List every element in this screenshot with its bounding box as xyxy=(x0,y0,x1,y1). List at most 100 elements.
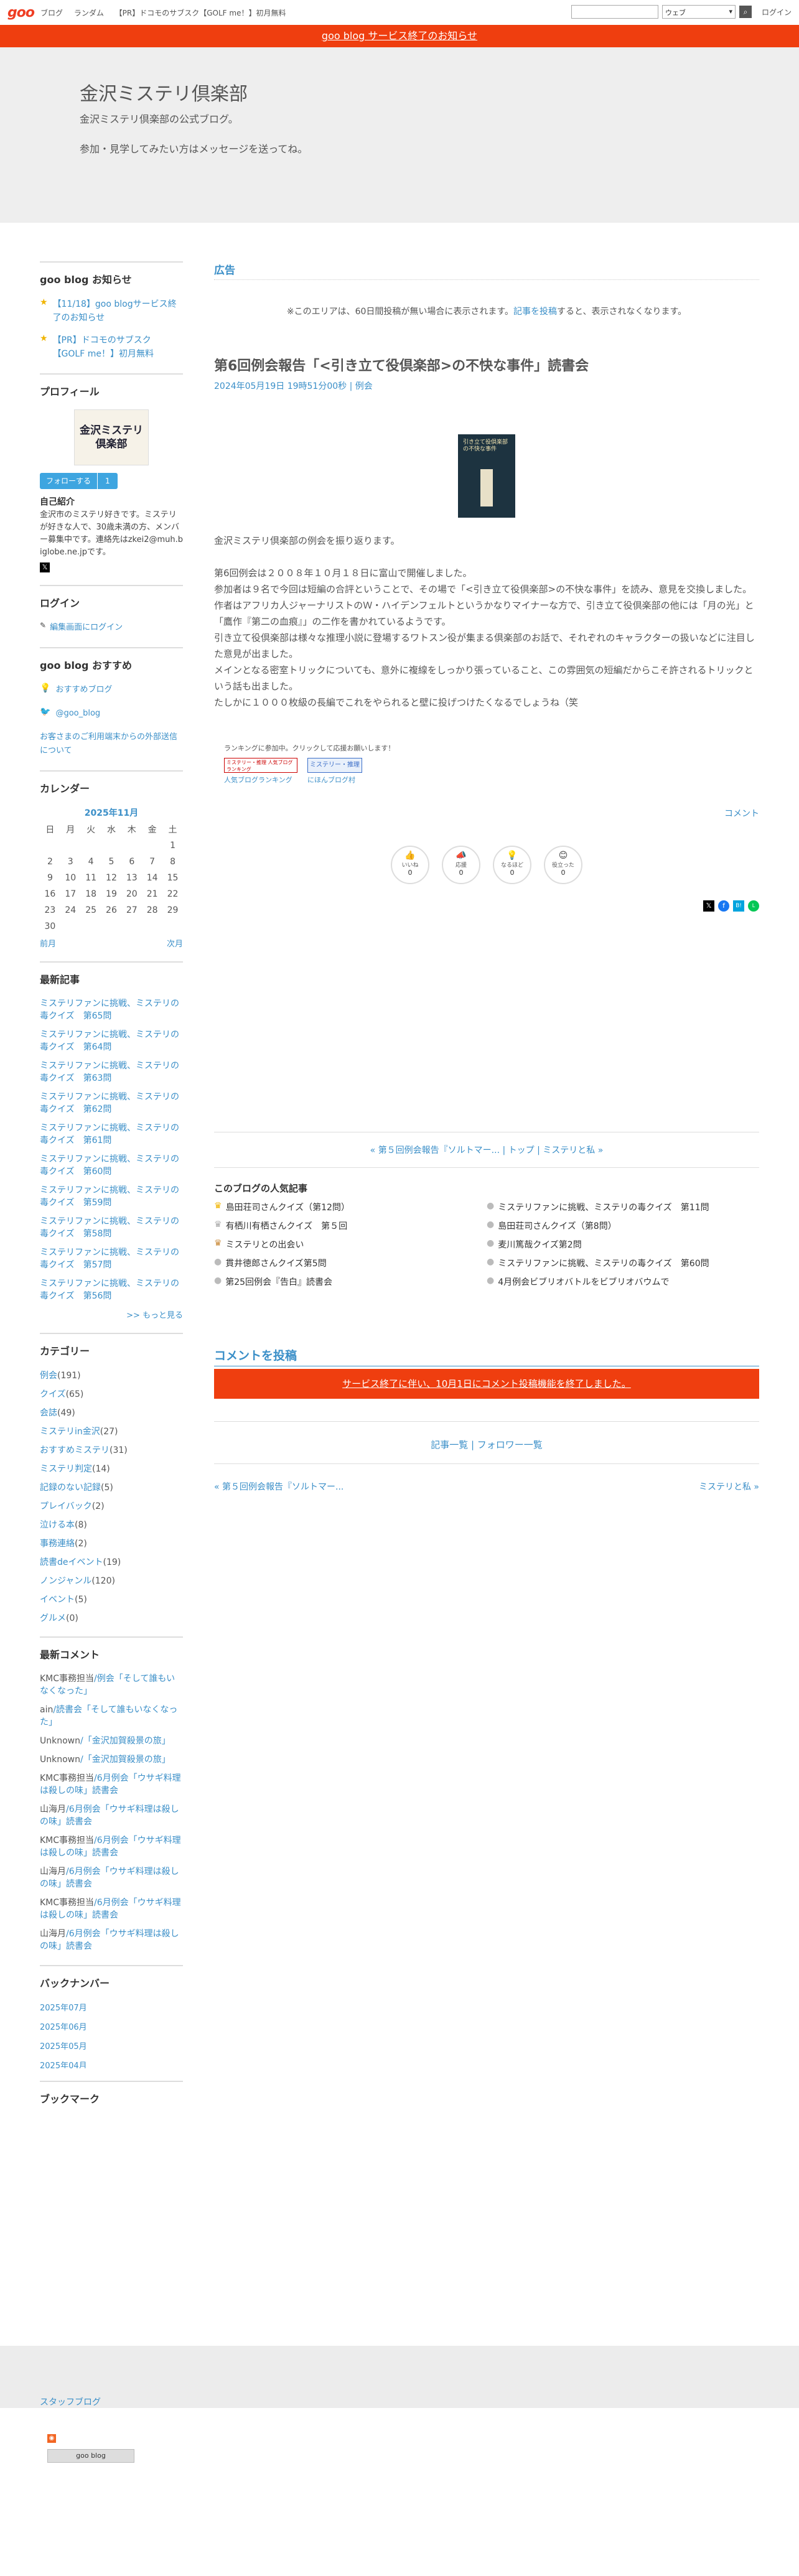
calendar-day[interactable]: 14 xyxy=(142,870,162,886)
comment-link[interactable]: /読書会「そして誰もいなくなった」 xyxy=(40,1705,177,1727)
x-share-icon[interactable]: 𝕏 xyxy=(703,900,714,912)
recent-item[interactable]: ミステリファンに挑戦、ミステリの毒クイズ 第56問 xyxy=(40,1277,183,1302)
post-comment-notice-link[interactable]: サービス終了に伴い、10月1日にコメント投稿機能を終了しました。 xyxy=(342,1378,631,1389)
calendar-day[interactable]: 17 xyxy=(60,886,81,902)
recent-item[interactable]: ミステリファンに挑戦、ミステリの毒クイズ 第65問 xyxy=(40,997,183,1022)
calendar-day[interactable]: 30 xyxy=(40,918,60,935)
calendar-day[interactable]: 8 xyxy=(162,854,183,870)
category-link[interactable]: 事務連絡 xyxy=(40,1539,75,1549)
calendar-day[interactable]: 28 xyxy=(142,902,162,918)
bottom-next-link[interactable]: ミステリと私 » xyxy=(699,1480,759,1493)
calendar-prev-link[interactable]: 前月 xyxy=(40,937,56,949)
blog-title[interactable]: 金沢ミステリ倶楽部 xyxy=(80,78,248,106)
entry-category-link[interactable]: 例会 xyxy=(355,381,373,391)
calendar-day[interactable]: 20 xyxy=(121,886,142,902)
calendar-day[interactable]: 15 xyxy=(162,870,183,886)
hatena-share-icon[interactable]: B! xyxy=(733,900,744,912)
calendar-day[interactable]: 27 xyxy=(121,902,142,918)
category-link[interactable]: グルメ xyxy=(40,1613,66,1623)
edit-login-link[interactable]: 編集画面にログイン xyxy=(50,621,123,635)
recent-item[interactable]: ミステリファンに挑戦、ミステリの毒クイズ 第61問 xyxy=(40,1122,183,1147)
calendar-day[interactable]: 16 xyxy=(40,886,60,902)
comment-link[interactable]: /「金沢加賀殺景の旅」 xyxy=(80,1736,171,1746)
calendar-day[interactable]: 19 xyxy=(101,886,122,902)
popular-link[interactable]: 有栖川有栖さんクイズ 第５回 xyxy=(226,1220,348,1232)
ranking-link-1[interactable]: 人気ブログランキング xyxy=(224,775,297,785)
popular-link[interactable]: 4月例会ビブリオバトルをビブリオバウムで xyxy=(498,1276,669,1288)
top-link-random[interactable]: ランダム xyxy=(74,9,104,17)
entry-nav-top[interactable]: トップ xyxy=(508,1146,535,1155)
ad-note-post-link[interactable]: 記事を投稿 xyxy=(513,307,557,317)
recent-item[interactable]: ミステリファンに挑戦、ミステリの毒クイズ 第57問 xyxy=(40,1246,183,1271)
recent-item[interactable]: ミステリファンに挑戦、ミステリの毒クイズ 第59問 xyxy=(40,1184,183,1209)
calendar-day[interactable]: 4 xyxy=(81,854,101,870)
calendar-day[interactable]: 29 xyxy=(162,902,183,918)
calendar-day[interactable]: 3 xyxy=(60,854,81,870)
category-link[interactable]: 泣ける本 xyxy=(40,1520,75,1530)
calendar-day[interactable]: 18 xyxy=(81,886,101,902)
calendar-day[interactable]: 24 xyxy=(60,902,81,918)
category-link[interactable]: ノンジャンル xyxy=(40,1576,91,1586)
calendar-day[interactable]: 13 xyxy=(121,870,142,886)
entry-nav-next[interactable]: ミステリと私 » xyxy=(543,1146,603,1155)
popular-link[interactable]: 島田荘司さんクイズ（第12問） xyxy=(226,1201,350,1213)
more-link[interactable]: >> もっと見る xyxy=(126,1311,183,1320)
ranking-banner-2[interactable]: ミステリー・推理 にほんブログ村 xyxy=(307,758,362,785)
popular-link[interactable]: 麦川篤哉クイズ第2問 xyxy=(498,1238,582,1251)
popular-link[interactable]: 第25回例会『告白』読書会 xyxy=(225,1276,332,1288)
backnumber-item[interactable]: 2025年04月 xyxy=(40,2059,183,2068)
search-scope-select[interactable]: ウェブ xyxy=(661,5,736,19)
category-link[interactable]: プレイバック xyxy=(40,1501,92,1511)
category-link[interactable]: 記録のない記録 xyxy=(40,1483,101,1493)
x-icon[interactable]: 𝕏 xyxy=(40,562,50,572)
facebook-share-icon[interactable]: f xyxy=(718,900,729,912)
calendar-day[interactable]: 9 xyxy=(40,870,60,886)
search-icon[interactable]: ⌕ xyxy=(739,6,752,18)
category-link[interactable]: おすすめミステリ xyxy=(40,1445,110,1455)
popular-link[interactable]: ミステリファンに挑戦、ミステリの毒クイズ 第60問 xyxy=(498,1257,709,1269)
popular-link[interactable]: ミステリとの出会い xyxy=(226,1238,304,1251)
calendar-day[interactable]: 11 xyxy=(81,870,101,886)
calendar-day[interactable]: 12 xyxy=(101,870,122,886)
entry-nav-prev[interactable]: « 第５回例会報告『ソルトマー... xyxy=(370,1146,500,1155)
comment-link[interactable]: /「金沢加賀殺景の旅」 xyxy=(80,1755,171,1765)
ranking-link-2[interactable]: にほんブログ村 xyxy=(307,775,362,785)
top-link-pr[interactable]: 【PR】ドコモのサブスク【GOLF me！】初月無料 xyxy=(115,9,286,17)
popular-link[interactable]: 貫井徳郎さんクイズ第5問 xyxy=(225,1257,327,1269)
calendar-next-link[interactable]: 次月 xyxy=(167,937,183,949)
book-cover-image[interactable]: 引き立て役倶楽部の不快な事件 xyxy=(458,434,515,518)
search-input[interactable] xyxy=(571,5,658,19)
recent-item[interactable]: ミステリファンに挑戦、ミステリの毒クイズ 第63問 xyxy=(40,1060,183,1085)
rss-icon[interactable]: ◉ xyxy=(47,2434,56,2443)
staff-blog-link[interactable]: スタッフブログ xyxy=(40,2396,101,2408)
reaction-button[interactable]: 📣 応援 0 xyxy=(442,846,480,884)
backnumber-item[interactable]: 2025年06月 xyxy=(40,2020,183,2032)
calendar-day[interactable]: 25 xyxy=(81,902,101,918)
popular-link[interactable]: ミステリファンに挑戦、ミステリの毒クイズ 第11問 xyxy=(498,1201,709,1213)
service-end-link[interactable]: goo blog サービス終了のお知らせ xyxy=(322,30,477,42)
recent-item[interactable]: ミステリファンに挑戦、ミステリの毒クイズ 第58問 xyxy=(40,1215,183,1240)
category-link[interactable]: クイズ xyxy=(40,1389,66,1399)
reaction-button[interactable]: 💡 なるほど 0 xyxy=(493,846,531,884)
news-item[interactable]: 【PR】ドコモのサブスク【GOLF me！】初月無料 xyxy=(53,334,183,361)
line-share-icon[interactable]: L xyxy=(748,900,759,912)
bottom-prev-link[interactable]: « 第５回例会報告『ソルトマー... xyxy=(214,1480,343,1493)
calendar-day[interactable]: 2 xyxy=(40,854,60,870)
news-item[interactable]: 【11/18】goo blogサービス終了のお知らせ xyxy=(53,297,183,325)
category-link[interactable]: ミステリ判定 xyxy=(40,1464,92,1474)
category-link[interactable]: 読書deイベント xyxy=(40,1557,103,1567)
category-link[interactable]: 例会 xyxy=(40,1371,57,1381)
category-link[interactable]: イベント xyxy=(40,1595,75,1605)
calendar-day[interactable]: 1 xyxy=(162,838,183,854)
login-link[interactable]: ログイン xyxy=(762,7,792,17)
comment-link[interactable]: コメント xyxy=(724,809,759,819)
calendar-day[interactable]: 22 xyxy=(162,886,183,902)
top-link-blog[interactable]: ブログ xyxy=(40,9,63,17)
recent-item[interactable]: ミステリファンに挑戦、ミステリの毒クイズ 第62問 xyxy=(40,1091,183,1116)
backnumber-item[interactable]: 2025年07月 xyxy=(40,2001,183,2013)
category-link[interactable]: 会誌 xyxy=(40,1408,57,1418)
recent-item[interactable]: ミステリファンに挑戦、ミステリの毒クイズ 第60問 xyxy=(40,1153,183,1178)
calendar-day[interactable]: 10 xyxy=(60,870,81,886)
calendar-day[interactable]: 6 xyxy=(121,854,142,870)
recent-item[interactable]: ミステリファンに挑戦、ミステリの毒クイズ 第64問 xyxy=(40,1029,183,1053)
